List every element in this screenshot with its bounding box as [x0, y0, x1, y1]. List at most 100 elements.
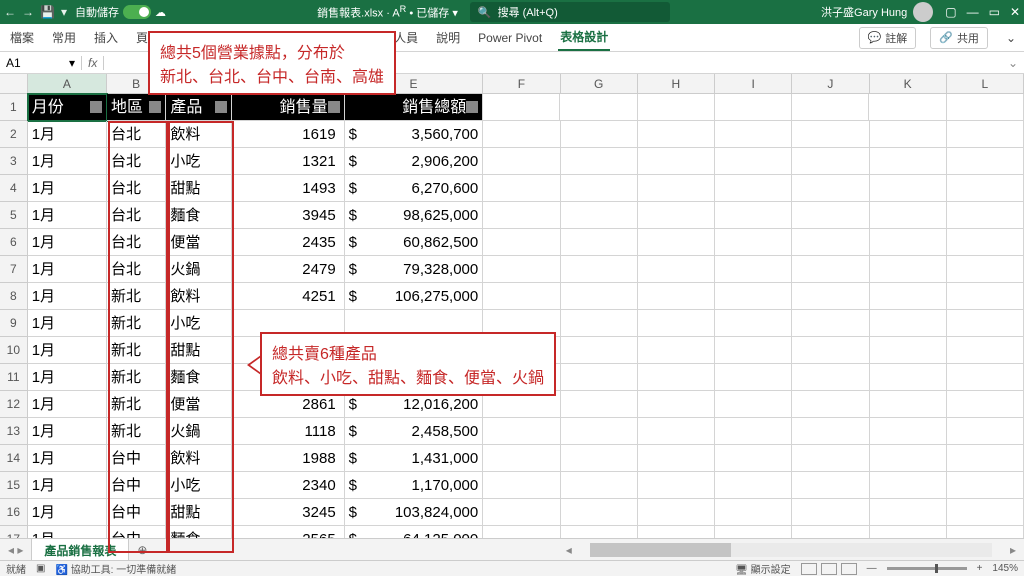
tab-file[interactable]: 檔案 [8, 25, 36, 50]
tab-powerpivot[interactable]: Power Pivot [476, 27, 544, 49]
add-sheet-button[interactable]: ⊕ [129, 543, 155, 557]
cell[interactable]: 3945 [232, 202, 345, 229]
cell[interactable]: 新北 [107, 337, 166, 364]
cell[interactable]: 1月 [28, 229, 107, 256]
row-header[interactable]: 4 [0, 175, 28, 202]
maximize-icon[interactable]: ▭ [989, 5, 1000, 19]
cell[interactable]: 1月 [28, 175, 107, 202]
cell[interactable]: 1月 [28, 310, 107, 337]
cell[interactable]: 便當 [166, 229, 231, 256]
row-header[interactable]: 7 [0, 256, 28, 283]
cell[interactable]: 4251 [232, 283, 345, 310]
cell[interactable]: 1月 [28, 472, 107, 499]
col-H[interactable]: H [638, 74, 715, 94]
cell[interactable]: 火鍋 [166, 256, 231, 283]
row-header[interactable]: 6 [0, 229, 28, 256]
cell[interactable]: 小吃 [166, 472, 231, 499]
cell[interactable]: 3245 [232, 499, 345, 526]
cell[interactable]: 台中 [107, 499, 166, 526]
cell[interactable]: $79,328,000 [345, 256, 484, 283]
share-button[interactable]: 🔗 共用 [930, 27, 988, 49]
cell[interactable]: 新北 [107, 283, 166, 310]
row-header[interactable]: 8 [0, 283, 28, 310]
cell[interactable]: 飲料 [166, 445, 231, 472]
display-settings[interactable]: 🖥 顯示設定 [735, 561, 790, 576]
cell[interactable]: 1118 [232, 418, 345, 445]
col-F[interactable]: F [483, 74, 560, 94]
cell[interactable]: 2479 [232, 256, 345, 283]
forward-icon[interactable]: → [22, 5, 34, 19]
cell[interactable]: 台北 [107, 202, 166, 229]
cell[interactable]: 火鍋 [166, 418, 231, 445]
col-A[interactable]: A [28, 74, 107, 94]
view-buttons[interactable] [801, 563, 857, 575]
filter-icon[interactable] [90, 101, 102, 113]
zoom-out[interactable]: — [867, 563, 877, 574]
cell[interactable]: 1988 [232, 445, 345, 472]
row-header[interactable]: 9 [0, 310, 28, 337]
more-icon[interactable]: ▾ [61, 5, 67, 19]
row-header[interactable]: 11 [0, 364, 28, 391]
col-G[interactable]: G [561, 74, 638, 94]
row-header[interactable]: 10 [0, 337, 28, 364]
cell[interactable]: 1321 [232, 148, 345, 175]
file-name[interactable]: 銷售報表.xlsx · AR • 已儲存 ▾ [317, 4, 458, 21]
tab-tabledesign[interactable]: 表格設計 [558, 24, 610, 51]
row-header[interactable]: 14 [0, 445, 28, 472]
cell[interactable]: 台北 [107, 175, 166, 202]
row-header[interactable]: 15 [0, 472, 28, 499]
cell[interactable]: 新北 [107, 310, 166, 337]
cell[interactable]: 麵食 [166, 202, 231, 229]
filter-icon[interactable] [328, 101, 340, 113]
search-input[interactable]: 🔍 搜尋 (Alt+Q) [470, 2, 670, 22]
ribbon-mode-icon[interactable]: ▢ [945, 5, 956, 19]
cell[interactable]: 1月 [28, 499, 107, 526]
horizontal-scrollbar[interactable] [590, 543, 992, 557]
toggle-switch[interactable] [123, 5, 151, 19]
filter-icon[interactable] [215, 101, 227, 113]
cell-D1[interactable]: 銷售量 [232, 94, 345, 121]
filter-icon[interactable] [149, 101, 161, 113]
cell[interactable]: $6,270,600 [345, 175, 484, 202]
row-header[interactable]: 3 [0, 148, 28, 175]
zoom-level[interactable]: 145% [992, 563, 1018, 574]
cell[interactable]: 1月 [28, 418, 107, 445]
user-account[interactable]: 洪子盛Gary Hung [821, 2, 933, 22]
col-J[interactable]: J [792, 74, 869, 94]
cell[interactable]: $60,862,500 [345, 229, 484, 256]
cell[interactable]: 2435 [232, 229, 345, 256]
cell[interactable]: $2,906,200 [345, 148, 484, 175]
zoom-slider[interactable] [887, 567, 967, 570]
cell[interactable]: 新北 [107, 364, 166, 391]
cell-B1[interactable]: 地區 [107, 94, 166, 121]
save-icon[interactable]: 💾 [40, 5, 55, 19]
cell[interactable]: 甜點 [166, 175, 231, 202]
cell[interactable]: 甜點 [166, 499, 231, 526]
comments-button[interactable]: 💬 註解 [859, 27, 917, 49]
cell[interactable]: 台北 [107, 121, 166, 148]
cell[interactable]: 小吃 [166, 148, 231, 175]
select-all-corner[interactable] [0, 74, 28, 94]
cell[interactable]: 1月 [28, 283, 107, 310]
row-header[interactable]: 12 [0, 391, 28, 418]
col-K[interactable]: K [870, 74, 947, 94]
cell[interactable]: 台北 [107, 229, 166, 256]
cell[interactable]: 1月 [28, 391, 107, 418]
cell[interactable]: 1493 [232, 175, 345, 202]
cell[interactable]: 麵食 [166, 364, 231, 391]
chevron-down-icon[interactable]: ⌄ [1006, 31, 1016, 45]
row-header[interactable]: 5 [0, 202, 28, 229]
cell[interactable]: 1月 [28, 256, 107, 283]
cell[interactable]: 飲料 [166, 283, 231, 310]
tab-home[interactable]: 常用 [50, 25, 78, 50]
cell[interactable]: 1月 [28, 337, 107, 364]
cell[interactable]: 小吃 [166, 310, 231, 337]
cell[interactable]: 1月 [28, 445, 107, 472]
cell[interactable]: $3,560,700 [345, 121, 484, 148]
cell[interactable]: 1月 [28, 121, 107, 148]
cell[interactable]: $103,824,000 [345, 499, 484, 526]
cell[interactable]: 新北 [107, 391, 166, 418]
sheet-tab-active[interactable]: 產品銷售報表 [31, 538, 129, 562]
minimize-icon[interactable]: — [967, 5, 979, 19]
row-header[interactable]: 16 [0, 499, 28, 526]
